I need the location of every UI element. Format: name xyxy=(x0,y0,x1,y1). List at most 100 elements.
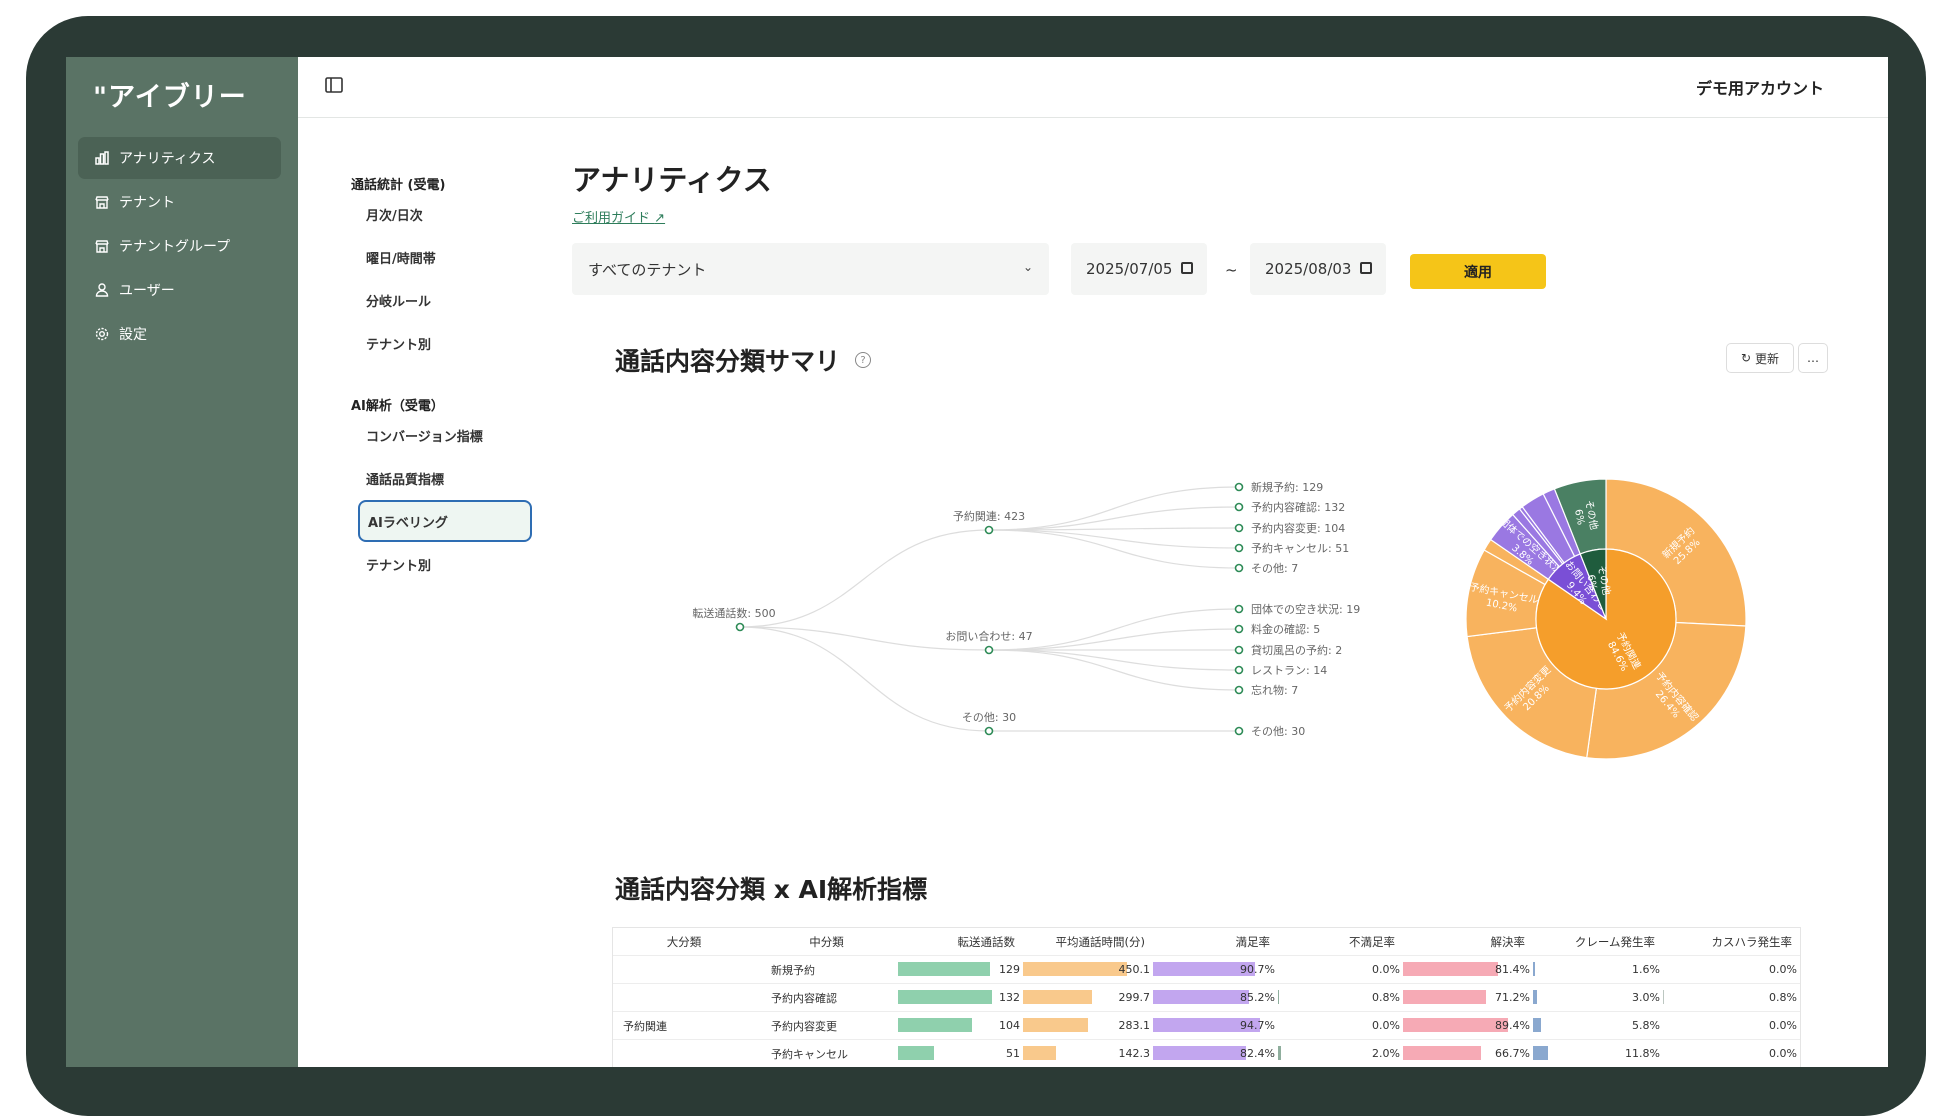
subnav-item-by-tenant[interactable]: テナント別 xyxy=(358,322,532,364)
subnav-item-conversion[interactable]: コンバージョン指標 xyxy=(358,414,532,456)
column-header-label: 不満足率 xyxy=(1349,934,1395,949)
calls-cell: 104 xyxy=(898,1012,1023,1039)
tree-node xyxy=(1234,543,1244,553)
tree-node xyxy=(984,645,994,655)
subnav-item-branch-rules[interactable]: 分岐ルール xyxy=(358,279,532,321)
account-name[interactable]: デモ用アカウント xyxy=(1696,75,1824,99)
claim-cell: 11.8% xyxy=(1533,1040,1663,1067)
sidebar-item-analytics[interactable]: アナリティクス xyxy=(78,137,281,179)
res-value: 71.2% xyxy=(1495,991,1530,1004)
subnav-item-monthly[interactable]: 月次/日次 xyxy=(358,193,532,235)
tree-node xyxy=(1234,645,1244,655)
app-window: "アイブリー アナリティクス テナント テナントグループ ユーザー 設定 デモ用… xyxy=(66,57,1888,1067)
subnav-item-ai-by-tenant[interactable]: テナント別 xyxy=(358,543,532,585)
column-header: 大分類 xyxy=(613,928,763,955)
guide-link[interactable]: ご利用ガイド ↗ xyxy=(572,207,665,226)
calls-cell: 51 xyxy=(898,1040,1023,1067)
refresh-button[interactable]: ↻ 更新 xyxy=(1726,343,1794,373)
chevron-down-icon: ⌄ xyxy=(1022,260,1033,274)
claim-bar xyxy=(1533,1018,1541,1032)
sidebar-item-tenant[interactable]: テナント xyxy=(78,181,281,223)
tree-leaf-label: その他: 30 xyxy=(1251,725,1305,738)
calls-cell: 129 xyxy=(898,956,1023,983)
res-bar xyxy=(1403,962,1499,976)
refresh-icon: ↻ xyxy=(1740,351,1752,365)
sat-bar xyxy=(1153,990,1249,1004)
sidebar-item-label: アナリティクス xyxy=(119,151,216,167)
dis-cell: 0.8% xyxy=(1278,984,1403,1011)
summary-chart: 転送通話数: 500 予約関連: 423 新規予約: 129 予約内容確認: 132 予… xyxy=(692,478,1747,760)
table-header-row: 大分類 中分類 転送通話数 平均通話時間(分) 満足率 不満足率 解決率 クレーム発生率 カスハ… xyxy=(613,928,1800,956)
res-cell: 81.4% xyxy=(1403,956,1533,983)
avg-value: 299.7 xyxy=(1118,991,1151,1004)
guide-link-label: ご利用ガイド xyxy=(572,211,651,226)
tenant-select[interactable]: すべてのテナント ⌄ xyxy=(572,243,1049,295)
column-header-label: カスハラ発生率 xyxy=(1711,934,1793,949)
tree-group-label: お問い合わせ: 47 xyxy=(945,629,1032,643)
tree-node xyxy=(1234,624,1244,634)
subnav-item-ai-labeling[interactable]: AIラベリング xyxy=(358,500,532,542)
dis-value: 0.8% xyxy=(1372,991,1400,1004)
subnav-item-call-quality[interactable]: 通話品質指標 xyxy=(358,457,532,499)
tree-node xyxy=(1234,523,1244,533)
sub-category-label: 予約内容変更 xyxy=(771,1019,837,1033)
res-cell: 89.4% xyxy=(1403,1012,1533,1039)
calls-value: 129 xyxy=(999,963,1020,976)
harass-cell: 0.8% xyxy=(1663,984,1800,1011)
res-cell: 66.7% xyxy=(1403,1040,1533,1067)
sidebar-item-label: 設定 xyxy=(119,327,147,343)
sub-category-cell: 予約キャンセル xyxy=(763,1040,898,1067)
table-row: 予約関連 予約内容変更 104 283.1 94.7% 0.0% 89.4% 5.8% 0.0% xyxy=(613,1012,1800,1040)
metrics-table: 大分類 中分類 転送通話数 平均通話時間(分) 満足率 不満足率 解決率 クレーム発生率 カスハ… xyxy=(612,927,1801,1067)
tree-link xyxy=(988,649,1240,691)
sidebar-item-settings[interactable]: 設定 xyxy=(78,313,281,355)
avg-bar xyxy=(1023,990,1093,1004)
harass-cell: 0.0% xyxy=(1663,956,1800,983)
user-icon xyxy=(94,282,110,298)
help-icon[interactable]: ? xyxy=(855,352,871,368)
column-header-label: クレーム発生率 xyxy=(1574,934,1655,949)
refresh-label: 更新 xyxy=(1755,351,1780,366)
tree-node xyxy=(1234,665,1244,675)
sidebar-item-label: ユーザー xyxy=(119,283,175,299)
group-cell: 予約関連 xyxy=(613,1012,763,1039)
sub-category-label: 新規予約 xyxy=(771,963,815,977)
subnav-group-call-stats: 通話統計 (受電) xyxy=(351,178,446,193)
calendar-icon xyxy=(1181,262,1193,274)
more-button[interactable]: … xyxy=(1798,343,1828,373)
column-header: クレーム発生率 xyxy=(1533,928,1663,955)
sat-value: 82.4% xyxy=(1240,1047,1275,1060)
column-header: 中分類 xyxy=(763,928,898,955)
sat-cell: 82.4% xyxy=(1153,1040,1278,1067)
sidebar-item-tenant-group[interactable]: テナントグループ xyxy=(78,225,281,267)
avg-bar xyxy=(1023,962,1127,976)
tree-leaf-label: 団体での空き状況: 19 xyxy=(1251,602,1360,616)
harass-cell: 0.0% xyxy=(1663,1040,1800,1067)
date-to-input[interactable]: 2025/08/03 xyxy=(1250,243,1386,295)
column-header: 平均通話時間(分) xyxy=(1023,928,1153,955)
subnav-item-weekday[interactable]: 曜日/時間帯 xyxy=(358,236,532,278)
tenant-select-value: すべてのテナント xyxy=(588,260,707,279)
sidebar-toggle-icon[interactable] xyxy=(324,75,344,95)
group-cell xyxy=(613,984,763,1011)
res-value: 81.4% xyxy=(1495,963,1530,976)
sat-bar xyxy=(1153,1046,1246,1060)
apply-button[interactable]: 適用 xyxy=(1410,254,1546,289)
dis-cell: 0.0% xyxy=(1278,956,1403,983)
tree-leaf-label: 貸切風呂の予約: 2 xyxy=(1251,643,1342,657)
avg-value: 142.3 xyxy=(1118,1047,1151,1060)
calls-bar xyxy=(898,1046,935,1060)
sidebar: "アイブリー アナリティクス テナント テナントグループ ユーザー 設定 xyxy=(66,57,298,1067)
claim-bar xyxy=(1533,1046,1549,1060)
sidebar-item-users[interactable]: ユーザー xyxy=(78,269,281,311)
tree-node xyxy=(735,622,745,632)
tree-node xyxy=(1234,604,1244,614)
column-header: 解決率 xyxy=(1403,928,1533,955)
claim-cell: 1.6% xyxy=(1533,956,1663,983)
date-from-input[interactable]: 2025/07/05 xyxy=(1071,243,1207,295)
sat-cell: 90.7% xyxy=(1153,956,1278,983)
column-header-label: 解決率 xyxy=(1490,934,1526,949)
avg-cell: 299.7 xyxy=(1023,984,1153,1011)
avg-bar xyxy=(1023,1046,1056,1060)
tree-leaf-label: 忘れ物: 7 xyxy=(1251,683,1298,697)
